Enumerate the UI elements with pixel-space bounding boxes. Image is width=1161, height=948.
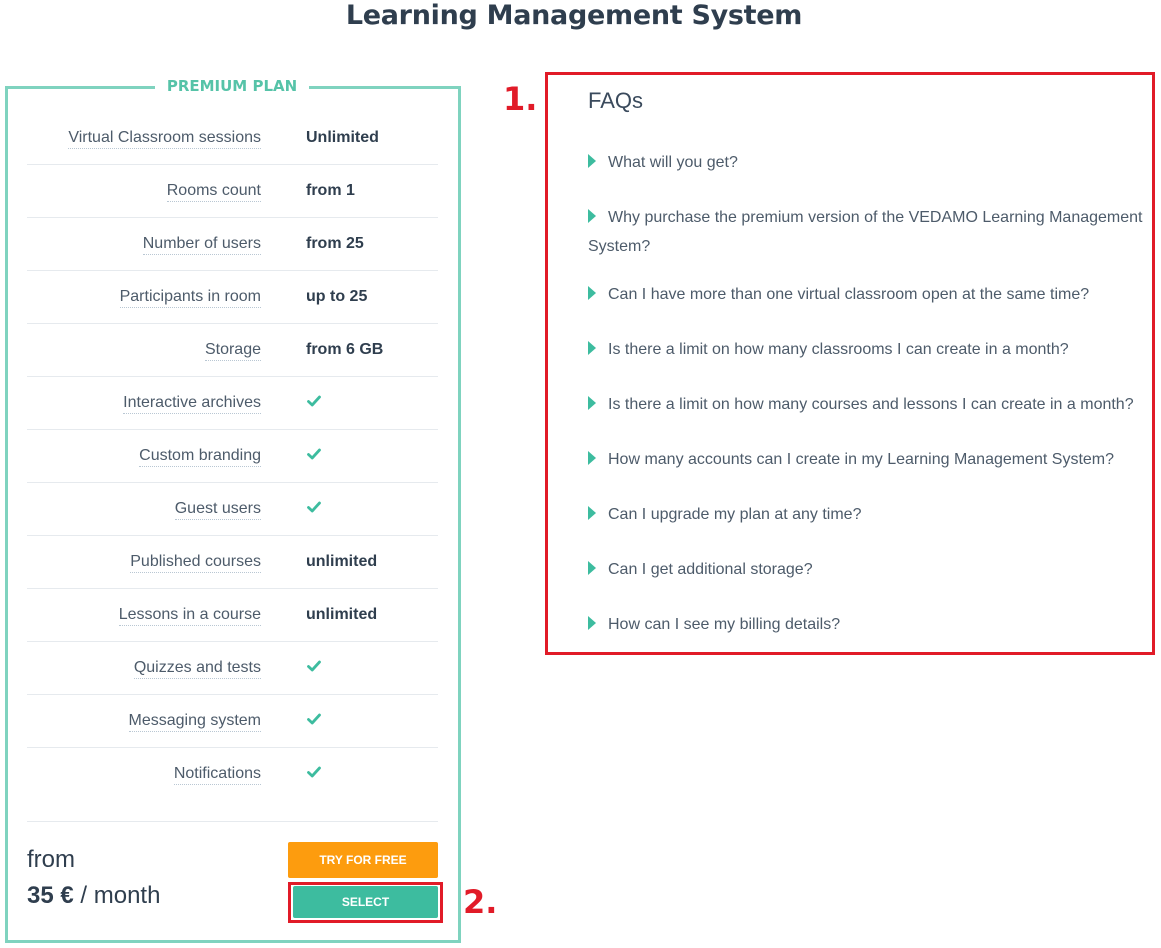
feature-name[interactable]: Published courses bbox=[130, 553, 261, 573]
feature-value: from 25 bbox=[306, 235, 364, 252]
feature-row: Number of users from 25 bbox=[27, 218, 438, 271]
feature-row: Notifications bbox=[27, 748, 438, 801]
feature-value: from 1 bbox=[306, 182, 355, 199]
feature-name[interactable]: Interactive archives bbox=[123, 394, 261, 414]
faq-question: Can I upgrade my plan at any time? bbox=[608, 506, 862, 523]
feature-list: Virtual Classroom sessions Unlimited Rooms… bbox=[27, 112, 438, 801]
check-icon bbox=[307, 766, 321, 778]
feature-value: up to 25 bbox=[306, 288, 368, 305]
faq-item[interactable]: Can I have more than one virtual classro… bbox=[588, 280, 1143, 309]
caret-right-icon bbox=[588, 561, 596, 576]
feature-row: Guest users bbox=[27, 483, 438, 536]
feature-value: from 6 GB bbox=[306, 341, 384, 358]
feature-name[interactable]: Quizzes and tests bbox=[133, 659, 261, 679]
feature-row: Lessons in a course unlimited bbox=[27, 589, 438, 642]
faq-item[interactable]: Is there a limit on how many classrooms … bbox=[588, 335, 1143, 364]
feature-row: Participants in room up to 25 bbox=[27, 271, 438, 324]
feature-name[interactable]: Participants in room bbox=[119, 288, 261, 308]
caret-right-icon bbox=[588, 451, 596, 466]
check-icon bbox=[307, 713, 321, 725]
check-icon bbox=[307, 660, 321, 672]
feature-row: Rooms count from 1 bbox=[27, 165, 438, 218]
faq-item[interactable]: How many accounts can I create in my Lea… bbox=[588, 445, 1143, 474]
faq-question: Can I get additional storage? bbox=[608, 561, 813, 578]
caret-right-icon bbox=[588, 154, 596, 169]
feature-name[interactable]: Rooms count bbox=[166, 182, 261, 202]
price-prefix: from bbox=[27, 846, 75, 873]
caret-right-icon bbox=[588, 616, 596, 631]
feature-name[interactable]: Guest users bbox=[174, 500, 261, 520]
check-icon bbox=[307, 448, 321, 460]
faq-item[interactable]: Why purchase the premium version of the … bbox=[588, 203, 1143, 261]
feature-value: unlimited bbox=[306, 606, 378, 623]
faq-item[interactable]: Can I get additional storage? bbox=[588, 555, 1143, 584]
divider bbox=[27, 821, 438, 822]
faq-question: How many accounts can I create in my Lea… bbox=[608, 451, 1115, 468]
check-icon bbox=[307, 501, 321, 513]
feature-value: unlimited bbox=[306, 553, 378, 570]
feature-value: Unlimited bbox=[306, 129, 379, 146]
faq-item[interactable]: What will you get? bbox=[588, 148, 1143, 177]
caret-right-icon bbox=[588, 209, 596, 224]
faq-question: Why purchase the premium version of the … bbox=[588, 209, 1143, 255]
feature-row: Messaging system bbox=[27, 695, 438, 748]
faq-question: Is there a limit on how many courses and… bbox=[608, 396, 1134, 413]
feature-name[interactable]: Virtual Classroom sessions bbox=[68, 129, 261, 149]
caret-right-icon bbox=[588, 396, 596, 411]
faq-item[interactable]: Can I upgrade my plan at any time? bbox=[588, 500, 1143, 529]
feature-row: Custom branding bbox=[27, 430, 438, 483]
faq-question: How can I see my billing details? bbox=[608, 616, 841, 633]
feature-name[interactable]: Notifications bbox=[173, 765, 261, 785]
feature-name[interactable]: Lessons in a course bbox=[118, 606, 261, 626]
caret-right-icon bbox=[588, 341, 596, 356]
feature-name[interactable]: Custom branding bbox=[139, 447, 261, 467]
price-amount: 35 € bbox=[27, 882, 74, 909]
faq-question: Can I have more than one virtual classro… bbox=[608, 286, 1090, 303]
faq-question: Is there a limit on how many classrooms … bbox=[608, 341, 1069, 358]
feature-row: Virtual Classroom sessions Unlimited bbox=[27, 112, 438, 165]
faq-item[interactable]: Is there a limit on how many courses and… bbox=[588, 390, 1143, 419]
feature-row: Published courses unlimited bbox=[27, 536, 438, 589]
check-icon bbox=[307, 395, 321, 407]
faq-item[interactable]: How can I see my billing details? bbox=[588, 610, 1143, 639]
feature-name[interactable]: Storage bbox=[204, 341, 261, 361]
faq-question: What will you get? bbox=[608, 154, 738, 171]
feature-row: Quizzes and tests bbox=[27, 642, 438, 695]
feature-row: Storage from 6 GB bbox=[27, 324, 438, 377]
annotation-marker-1: 1. bbox=[503, 80, 538, 118]
faq-title: FAQs bbox=[588, 88, 644, 113]
caret-right-icon bbox=[588, 506, 596, 521]
select-button[interactable]: SELECT bbox=[293, 886, 438, 918]
annotation-marker-2: 2. bbox=[463, 883, 498, 921]
feature-name[interactable]: Number of users bbox=[142, 235, 261, 255]
try-for-free-button[interactable]: TRY FOR FREE bbox=[288, 842, 438, 878]
price-period: / month bbox=[73, 882, 161, 909]
feature-name[interactable]: Messaging system bbox=[128, 712, 261, 732]
feature-row: Interactive archives bbox=[27, 377, 438, 430]
price: 35 € / month bbox=[27, 882, 160, 910]
caret-right-icon bbox=[588, 286, 596, 301]
page-title: Learning Management System bbox=[345, 0, 803, 31]
plan-heading: PREMIUM PLAN bbox=[155, 77, 309, 95]
